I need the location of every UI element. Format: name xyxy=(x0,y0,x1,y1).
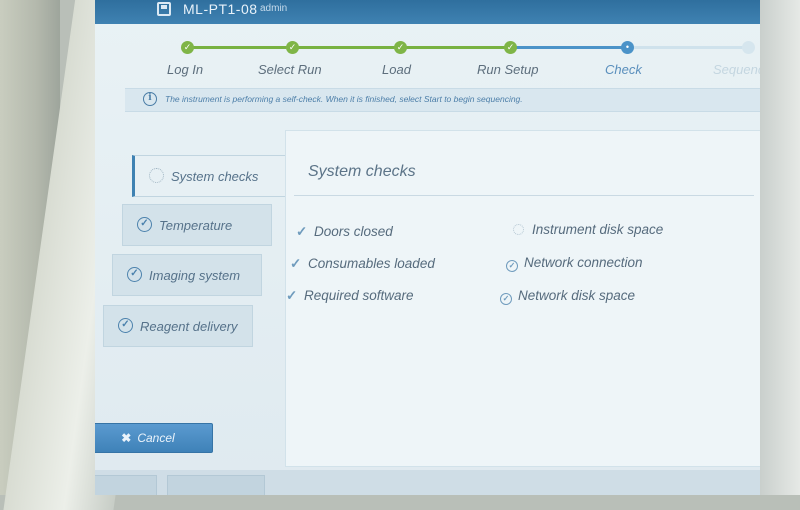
cancel-label: Cancel xyxy=(137,431,175,445)
checkmark-icon: ✓ xyxy=(286,288,298,303)
check-label: Instrument disk space xyxy=(532,222,664,237)
cancel-button[interactable]: ✖ Cancel xyxy=(95,423,213,453)
save-icon xyxy=(157,2,171,16)
check-consumables-loaded: ✓ Consumables loaded xyxy=(290,256,435,272)
check-label: Doors closed xyxy=(314,224,393,239)
check-required-software: ✓ Required software xyxy=(286,288,414,304)
nav-item-system-checks[interactable]: System checks xyxy=(132,155,287,197)
step-complete-icon: ✓ xyxy=(504,41,517,54)
instrument-screen: ML-PT1-08 admin ✓ ✓ ✓ ✓ • • Log In Selec… xyxy=(95,0,785,495)
check-label: Network connection xyxy=(524,255,643,270)
loading-spinner-icon xyxy=(149,168,164,183)
info-banner: i The instrument is performing a self-ch… xyxy=(125,88,775,112)
step-log-in[interactable]: Log In xyxy=(167,62,203,77)
step-select-run[interactable]: Select Run xyxy=(258,62,322,77)
check-doors-closed: ✓ Doors closed xyxy=(296,224,393,240)
stepper-connector xyxy=(510,46,628,49)
nav-item-label: Imaging system xyxy=(149,268,241,283)
check-label: Network disk space xyxy=(518,288,636,303)
checkmark-icon: ✓ xyxy=(296,224,308,239)
check-circle-icon: ✓ xyxy=(506,260,518,272)
panel-title: System checks xyxy=(308,163,416,180)
footer-button[interactable] xyxy=(95,475,157,495)
nav-item-imaging-system[interactable]: ✓ Imaging system xyxy=(112,254,262,296)
info-message: The instrument is performing a self-chec… xyxy=(165,94,523,104)
check-label: Required software xyxy=(304,288,414,303)
workflow-stepper: ✓ ✓ ✓ ✓ • • Log In Select Run Load Run S… xyxy=(95,24,785,86)
step-complete-icon: ✓ xyxy=(394,41,407,54)
stepper-connector xyxy=(187,46,292,49)
step-future-icon: • xyxy=(742,41,755,54)
stepper-connector xyxy=(400,46,510,49)
close-icon: ✖ xyxy=(121,431,132,445)
system-checks-panel: System checks ✓ Doors closed ✓ Consumables… xyxy=(285,130,777,467)
check-label: Consumables loaded xyxy=(308,256,435,271)
check-circle-icon: ✓ xyxy=(137,217,152,232)
check-network-connection: ✓ Network connection xyxy=(506,255,643,272)
stepper-connector xyxy=(628,46,748,49)
footer-button[interactable] xyxy=(167,475,265,495)
nav-item-reagent-delivery[interactable]: ✓ Reagent delivery xyxy=(103,305,253,347)
user-name: admin xyxy=(260,3,288,14)
nav-item-temperature[interactable]: ✓ Temperature xyxy=(122,204,272,246)
step-run-setup[interactable]: Run Setup xyxy=(477,62,538,77)
step-load[interactable]: Load xyxy=(382,62,411,77)
nav-item-label: Reagent delivery xyxy=(140,319,238,334)
check-instrument-disk-space: Instrument disk space xyxy=(513,222,663,237)
info-icon: i xyxy=(143,92,157,106)
stepper-connector xyxy=(292,46,400,49)
checkmark-icon: ✓ xyxy=(290,256,302,271)
nav-item-label: System checks xyxy=(171,169,259,184)
monitor-bezel-right xyxy=(760,0,800,495)
title-bar: ML-PT1-08 admin xyxy=(95,0,785,24)
step-complete-icon: ✓ xyxy=(181,41,194,54)
nav-item-label: Temperature xyxy=(159,218,233,233)
step-complete-icon: ✓ xyxy=(286,41,299,54)
check-network-disk-space: ✓ Network disk space xyxy=(500,288,635,305)
step-check[interactable]: Check xyxy=(605,62,642,77)
divider xyxy=(294,195,754,196)
device-name: ML-PT1-08 xyxy=(183,1,258,17)
loading-spinner-icon xyxy=(513,224,524,235)
check-circle-icon: ✓ xyxy=(118,318,133,333)
check-circle-icon: ✓ xyxy=(127,267,142,282)
step-current-icon: • xyxy=(621,41,634,54)
check-circle-icon: ✓ xyxy=(500,293,512,305)
